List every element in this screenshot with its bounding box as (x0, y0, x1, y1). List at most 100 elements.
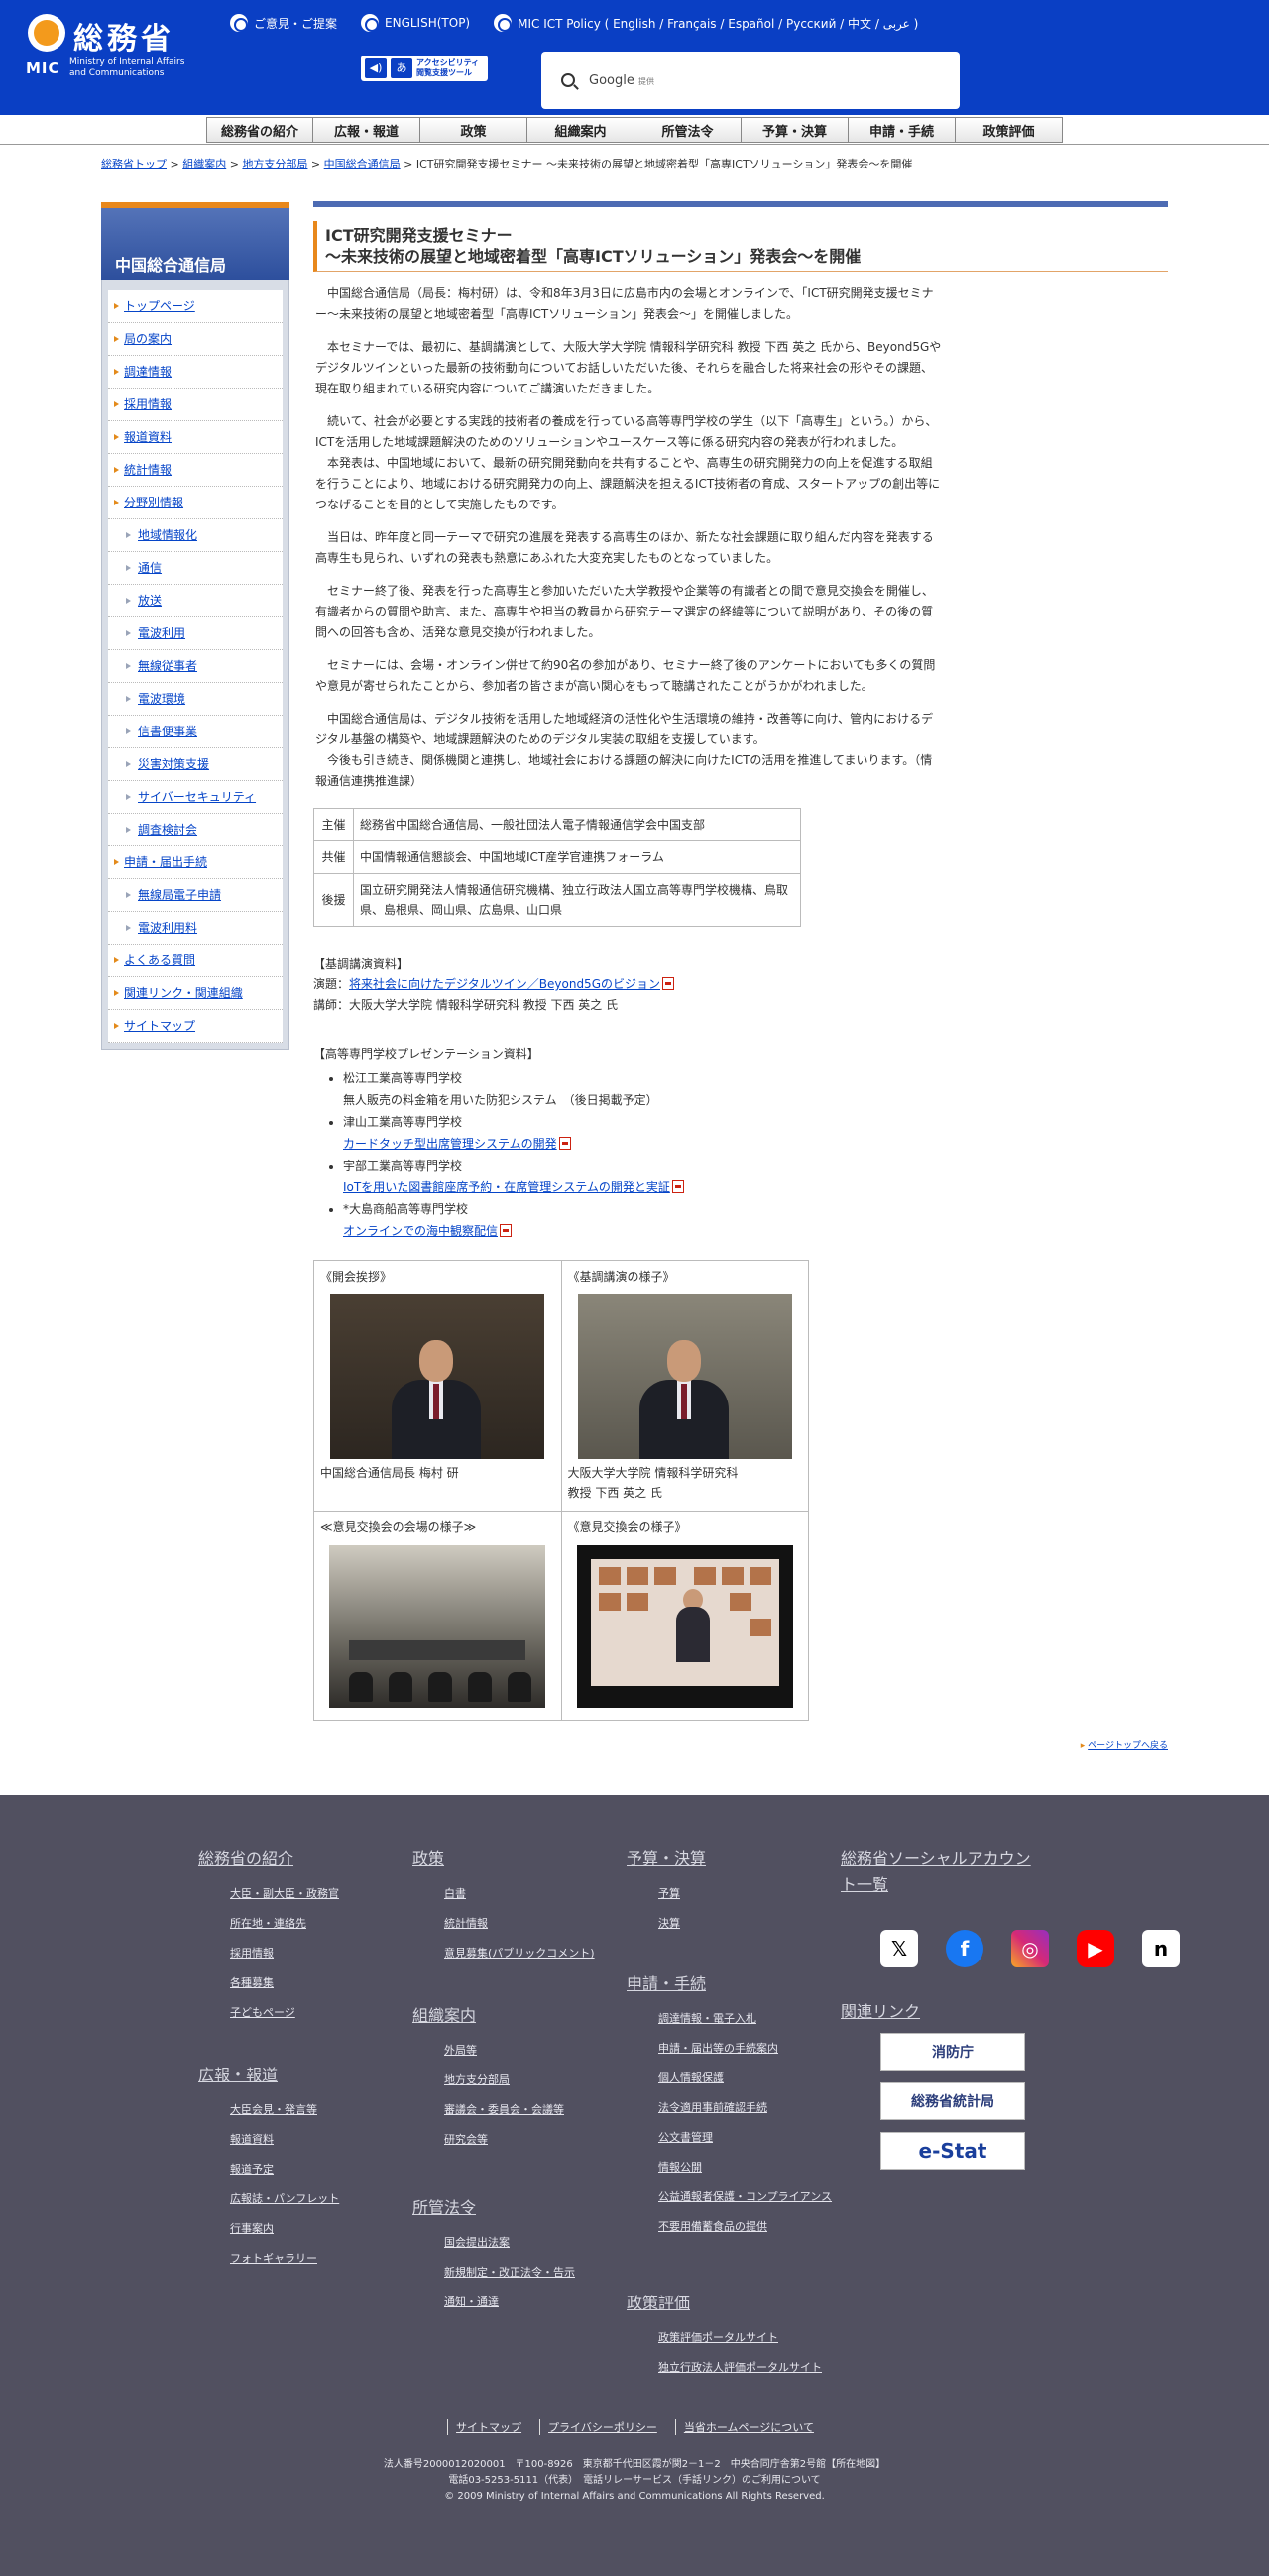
sidebar-item[interactable]: トップページ (108, 290, 283, 323)
footer-link[interactable]: 地方支分部局 (412, 2072, 564, 2088)
sidebar-item[interactable]: 調査検討会 (108, 814, 283, 846)
footer-link[interactable]: 外局等 (412, 2043, 564, 2059)
presentation-pdf-link[interactable]: オンラインでの海中観察配信 (343, 1224, 498, 1238)
search-icon[interactable] (561, 73, 575, 87)
footer-link[interactable]: 予算 (627, 1886, 706, 1902)
sidebar-item[interactable]: 電波利用 (108, 617, 283, 650)
statistics-bureau-banner[interactable]: 総務省統計局 (880, 2082, 1025, 2120)
footer-heading[interactable]: 予算・決算 (627, 1847, 706, 1872)
sidebar-item[interactable]: 無線従事者 (108, 650, 283, 683)
footer-heading[interactable]: 所管法令 (412, 2195, 575, 2221)
sidebar-item[interactable]: サイバーセキュリティ (108, 781, 283, 814)
keynote-pdf-link[interactable]: 将来社会に向けたデジタルツイン／Beyond5Gのビジョン (349, 977, 660, 991)
facebook-icon[interactable]: f (946, 1930, 983, 1967)
sidebar-item[interactable]: 無線局電子申請 (108, 879, 283, 912)
footer-link-privacy[interactable]: プライバシーポリシー (539, 2419, 665, 2435)
footer-heading[interactable]: 関連リンク (841, 1999, 920, 2025)
presentation-pdf-link[interactable]: IoTを用いた図書館座席予約・在席管理システムの開発と実証 (343, 1180, 670, 1194)
note-icon[interactable]: n (1142, 1930, 1180, 1967)
gnav-evaluation[interactable]: 政策評価 (956, 117, 1063, 143)
gnav-press[interactable]: 広報・報道 (313, 117, 420, 143)
footer-link[interactable]: 各種募集 (198, 1975, 339, 1991)
sidebar-item[interactable]: 電波環境 (108, 683, 283, 716)
accessibility-tool-button[interactable]: ◀) あ アクセシビリティ 閲覧支援ツール (361, 56, 488, 81)
footer-link[interactable]: 白書 (412, 1886, 595, 1902)
gnav-policy[interactable]: 政策 (420, 117, 527, 143)
footer-link-sitemap[interactable]: サイトマップ (447, 2419, 529, 2435)
breadcrumb-link[interactable]: 中国総合通信局 (324, 158, 401, 170)
sidebar-item[interactable]: 地域情報化 (108, 519, 283, 552)
fdma-banner[interactable]: 消防庁 (880, 2033, 1025, 2071)
footer-heading[interactable]: 広報・報道 (198, 2063, 339, 2088)
presentation-pdf-link[interactable]: カードタッチ型出席管理システムの開発 (343, 1137, 557, 1151)
footer-link[interactable]: 公益通報者保護・コンプライアンス (627, 2189, 855, 2205)
footer-link[interactable]: 意見募集(パブリックコメント) (412, 1946, 595, 1961)
page-top-link[interactable]: ページトップへ戻る (313, 1738, 1168, 1795)
footer-link[interactable]: 採用情報 (198, 1946, 339, 1961)
sidebar-item[interactable]: よくある質問 (108, 945, 283, 977)
footer-link[interactable]: 公文書管理 (627, 2130, 855, 2146)
youtube-icon[interactable]: ▶ (1077, 1930, 1114, 1967)
footer-heading[interactable]: 総務省ソーシャルアカウン ト一覧 (841, 1847, 1031, 1898)
footer-link[interactable]: 個人情報保護 (627, 2071, 855, 2086)
sidebar-item[interactable]: 申請・届出手続 (108, 846, 283, 879)
breadcrumb-link[interactable]: 総務省トップ (101, 158, 167, 170)
sidebar-item[interactable]: 通信 (108, 552, 283, 585)
sidebar-item[interactable]: 分野別情報 (108, 487, 283, 519)
footer-link[interactable]: 所在地・連絡先 (198, 1916, 339, 1932)
footer-link[interactable]: 大臣会見・発言等 (198, 2102, 339, 2118)
mic-logo[interactable]: 総務省 MIC Ministry of Internal Affairs and… (24, 12, 212, 81)
x-icon[interactable]: 𝕏 (880, 1930, 918, 1967)
footer-link[interactable]: 決算 (627, 1916, 706, 1932)
footer-link[interactable]: 情報公開 (627, 2160, 855, 2176)
search-box[interactable]: Google 提供 (541, 52, 960, 109)
footer-link[interactable]: 新規制定・改正法令・告示 (412, 2265, 575, 2281)
estat-banner[interactable]: e-Stat (880, 2132, 1025, 2170)
sidebar-item[interactable]: 局の案内 (108, 323, 283, 356)
top-link-english[interactable]: ENGLISH(TOP) (361, 14, 470, 32)
sidebar-item[interactable]: 信書便事業 (108, 716, 283, 748)
footer-heading[interactable]: 政策 (412, 1847, 595, 1872)
footer-link[interactable]: 独立行政法人評価ポータルサイト (627, 2360, 822, 2376)
gnav-organization[interactable]: 組織案内 (527, 117, 634, 143)
footer-link[interactable]: 研究会等 (412, 2132, 564, 2148)
sidebar-item[interactable]: 採用情報 (108, 389, 283, 421)
footer-link[interactable]: フォトギャラリー (198, 2251, 339, 2267)
sidebar-item[interactable]: サイトマップ (108, 1010, 283, 1043)
top-link-feedback[interactable]: ご意見・ご提案 (230, 14, 337, 32)
sidebar-item[interactable]: 放送 (108, 585, 283, 617)
footer-link[interactable]: 報道資料 (198, 2132, 339, 2148)
footer-link[interactable]: 政策評価ポータルサイト (627, 2330, 822, 2346)
footer-link[interactable]: 審議会・委員会・会議等 (412, 2102, 564, 2118)
gnav-applications[interactable]: 申請・手続 (849, 117, 956, 143)
footer-link[interactable]: 調達情報・電子入札 (627, 2011, 855, 2027)
footer-link[interactable]: 法令適用事前確認手続 (627, 2100, 855, 2116)
sidebar-item[interactable]: 調達情報 (108, 356, 283, 389)
breadcrumb-link[interactable]: 組織案内 (182, 158, 226, 170)
gnav-about[interactable]: 総務省の紹介 (206, 117, 313, 143)
footer-link[interactable]: 不要用備蓄食品の提供 (627, 2219, 855, 2235)
footer-link[interactable]: 国会提出法案 (412, 2235, 575, 2251)
footer-link[interactable]: 報道予定 (198, 2162, 339, 2178)
footer-link[interactable]: 行事案内 (198, 2221, 339, 2237)
footer-link[interactable]: 申請・届出等の手続案内 (627, 2041, 855, 2057)
sidebar-item[interactable]: 電波利用料 (108, 912, 283, 945)
sidebar-item[interactable]: 統計情報 (108, 454, 283, 487)
instagram-icon[interactable]: ◎ (1011, 1930, 1049, 1967)
footer-link[interactable]: 子どもページ (198, 2005, 339, 2021)
gnav-budget[interactable]: 予算・決算 (742, 117, 849, 143)
breadcrumb-link[interactable]: 地方支分部局 (242, 158, 307, 170)
footer-heading[interactable]: 組織案内 (412, 2003, 564, 2029)
footer-link-about-site[interactable]: 当省ホームページについて (674, 2419, 822, 2435)
footer-heading[interactable]: 申請・手続 (627, 1971, 855, 1997)
top-link-ict-policy[interactable]: MIC ICT Policy ( English / Français / Es… (494, 14, 918, 32)
sidebar-item[interactable]: 関連リンク・関連組織 (108, 977, 283, 1010)
footer-link[interactable]: 広報誌・パンフレット (198, 2191, 339, 2207)
footer-link[interactable]: 通知・通達 (412, 2295, 575, 2310)
footer-link[interactable]: 大臣・副大臣・政務官 (198, 1886, 339, 1902)
footer-link[interactable]: 統計情報 (412, 1916, 595, 1932)
gnav-laws[interactable]: 所管法令 (634, 117, 742, 143)
sidebar-item[interactable]: 報道資料 (108, 421, 283, 454)
footer-heading[interactable]: 政策評価 (627, 2291, 822, 2316)
footer-heading[interactable]: 総務省の紹介 (198, 1847, 339, 1872)
